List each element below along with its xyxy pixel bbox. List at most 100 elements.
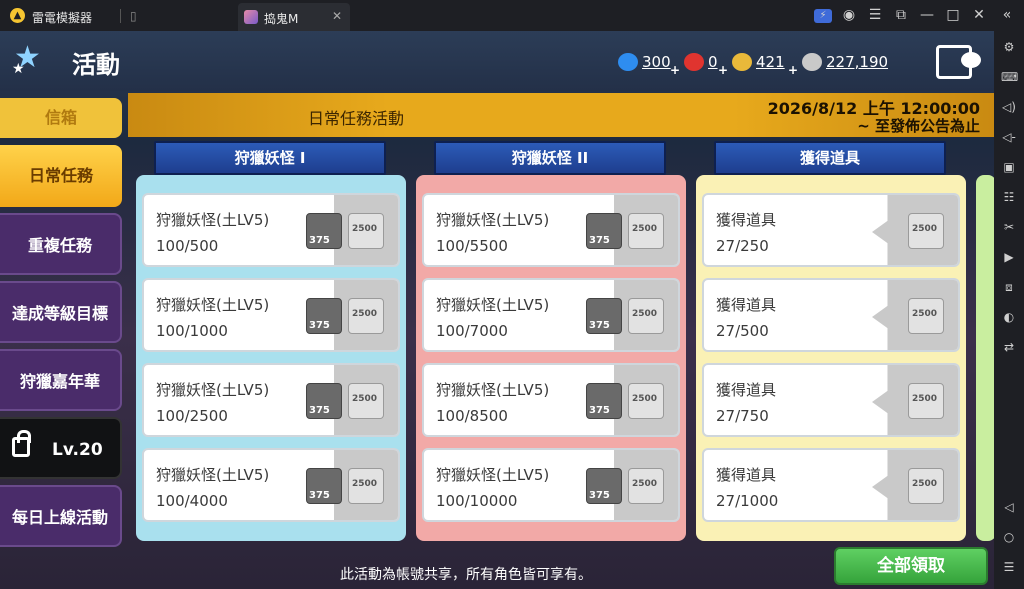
- mission-name: 狩獵妖怪(土LV5): [436, 296, 550, 314]
- currency-amount: 227,190: [826, 53, 889, 71]
- mission-card[interactable]: 狩獵妖怪(土LV5) 100/7000 375 2500: [422, 278, 680, 352]
- menu-hunting-carnival[interactable]: 狩獵嘉年華: [0, 349, 122, 411]
- mission-progress: 27/250: [716, 237, 769, 255]
- menu-repeat-missions[interactable]: 重複任務: [0, 213, 122, 275]
- reward-coin-icon: 2500: [628, 213, 664, 249]
- mission-card[interactable]: 狩獵妖怪(土LV5) 100/4000 375 2500: [142, 448, 400, 522]
- back-icon[interactable]: ◁: [1001, 499, 1017, 515]
- reward-coin-icon: 2500: [628, 298, 664, 334]
- emulator-logo-icon: ▲: [10, 8, 25, 23]
- mission-card[interactable]: 獲得道具 27/750 2500: [702, 363, 960, 437]
- minimize-icon[interactable]: —: [918, 7, 936, 23]
- coin-quantity: 2500: [912, 479, 938, 489]
- reward-coin-icon: 2500: [348, 213, 384, 249]
- menu-daily-login[interactable]: 每日上線活動: [0, 485, 122, 547]
- menu-mail[interactable]: 信箱: [0, 98, 122, 138]
- close-window-icon[interactable]: ✕: [970, 7, 988, 23]
- restore-window-icon[interactable]: ⧉: [892, 7, 910, 23]
- mission-name: 狩獵妖怪(土LV5): [156, 381, 270, 399]
- coin-quantity: 2500: [632, 394, 658, 404]
- coin-quantity: 2500: [632, 309, 658, 319]
- volume-up-icon[interactable]: ◁): [1001, 99, 1017, 115]
- new-tab-icon[interactable]: ▯: [130, 9, 137, 23]
- mission-name: 狩獵妖怪(土LV5): [156, 211, 270, 229]
- maximize-icon[interactable]: □: [944, 7, 962, 23]
- mission-progress: 100/8500: [436, 407, 508, 425]
- lock-icon: [12, 430, 31, 457]
- settings-icon[interactable]: ⚙: [1001, 39, 1017, 55]
- volume-down-icon[interactable]: ◁-: [1001, 129, 1017, 145]
- mission-column-1: 狩獵妖怪 I 狩獵妖怪(土LV5) 100/500 375 2500 狩獵妖怪(…: [136, 141, 406, 541]
- gold-coin-icon: [732, 53, 752, 71]
- mission-name: 獲得道具: [716, 296, 777, 314]
- plus-icon[interactable]: +: [718, 63, 728, 77]
- reward-coin-icon: 2500: [908, 213, 944, 249]
- exit-icon[interactable]: [936, 45, 981, 79]
- reward-item-icon: 375: [586, 383, 622, 419]
- mission-card[interactable]: 狩獵妖怪(土LV5) 100/2500 375 2500: [142, 363, 400, 437]
- menu-daily-missions[interactable]: 日常任務: [0, 145, 122, 207]
- mission-card[interactable]: 狩獵妖怪(土LV5) 100/500 375 2500: [142, 193, 400, 267]
- currency-amount: 0: [708, 53, 718, 71]
- mission-progress: 100/5500: [436, 237, 508, 255]
- reward-coin-icon: 2500: [348, 383, 384, 419]
- tab-game[interactable]: 捣鬼M ✕: [238, 3, 350, 31]
- collapse-sidebar-icon[interactable]: «: [998, 7, 1016, 23]
- event-banner: 日常任務活動 2026/8/12 上午 12:00:00 ~ 至發佈公告為止: [128, 93, 994, 137]
- record-video-icon[interactable]: ▶: [1001, 249, 1017, 265]
- mission-card[interactable]: 獲得道具 27/1000 2500: [702, 448, 960, 522]
- menu-icon[interactable]: ☰: [866, 7, 884, 23]
- footer-note: 此活動為帳號共享，所有角色皆可享有。: [340, 567, 592, 583]
- booster-icon[interactable]: ⚡: [814, 9, 832, 23]
- keyboard-icon[interactable]: ⌨: [1001, 69, 1018, 85]
- rotate-icon[interactable]: ⇄: [1001, 339, 1017, 355]
- plus-icon[interactable]: +: [788, 63, 798, 77]
- mission-progress: 100/1000: [156, 322, 228, 340]
- mission-column-2: 狩獵妖怪 II 狩獵妖怪(土LV5) 100/5500 375 2500 狩獵妖…: [416, 141, 686, 541]
- home-icon[interactable]: ○: [1001, 529, 1017, 545]
- game-app-icon: [244, 10, 258, 24]
- emulator-app-name: 雷電模擬器: [32, 11, 93, 25]
- plus-icon[interactable]: +: [670, 63, 680, 77]
- menu-locked: Lv.20: [0, 417, 122, 479]
- reward-coin-icon: 2500: [908, 383, 944, 419]
- mission-card[interactable]: 狩獵妖怪(土LV5) 100/8500 375 2500: [422, 363, 680, 437]
- scissors-icon[interactable]: ✂: [1001, 219, 1017, 235]
- mission-name: 狩獵妖怪(土LV5): [436, 466, 550, 484]
- recent-apps-icon[interactable]: ☰: [1001, 559, 1017, 575]
- mission-card[interactable]: 獲得道具 27/500 2500: [702, 278, 960, 352]
- mission-card[interactable]: 狩獵妖怪(土LV5) 100/1000 375 2500: [142, 278, 400, 352]
- currency-amount: 421: [756, 53, 785, 71]
- menu-level-goals[interactable]: 達成等級目標: [0, 281, 122, 343]
- reward-item-icon: 375: [586, 468, 622, 504]
- multi-instance-icon[interactable]: ⧈: [1001, 279, 1017, 295]
- game-screen: ★ ★ 活動 300 + 0 + 421 + 227,190 信箱 日常任務 重…: [0, 31, 994, 589]
- menu-mail-label: 信箱: [44, 108, 77, 127]
- mission-column-4[interactable]: [976, 175, 994, 541]
- mission-card[interactable]: 獲得道具 27/250 2500: [702, 193, 960, 267]
- game-header: ★ ★ 活動 300 + 0 + 421 + 227,190: [0, 31, 994, 91]
- mission-progress: 100/2500: [156, 407, 228, 425]
- mission-progress: 100/4000: [156, 492, 228, 510]
- mission-card[interactable]: 狩獵妖怪(土LV5) 100/5500 375 2500: [422, 193, 680, 267]
- column-title: 狩獵妖怪 II: [434, 141, 666, 175]
- banner-until: ~ 至發佈公告為止: [857, 117, 980, 135]
- mission-progress: 100/10000: [436, 492, 518, 510]
- menu-label: 狩獵嘉年華: [19, 372, 100, 391]
- mission-progress: 27/1000: [716, 492, 779, 510]
- account-icon[interactable]: ◉: [840, 7, 858, 23]
- mission-column-3: 獲得道具 獲得道具 27/250 2500 獲得道具 27/500 2500 獲…: [696, 141, 966, 541]
- operation-record-icon[interactable]: ☷: [1001, 189, 1017, 205]
- mission-progress: 100/500: [156, 237, 219, 255]
- reward-coin-icon: 2500: [908, 468, 944, 504]
- mission-name: 獲得道具: [716, 466, 777, 484]
- sync-icon[interactable]: ◐: [1001, 309, 1017, 325]
- claim-all-button[interactable]: 全部領取: [834, 547, 988, 585]
- coin-quantity: 2500: [632, 224, 658, 234]
- screenshot-icon[interactable]: ▣: [1001, 159, 1017, 175]
- tab-close-icon[interactable]: ✕: [332, 9, 342, 23]
- coin-quantity: 2500: [352, 479, 378, 489]
- item-quantity: 375: [589, 405, 610, 416]
- mission-card[interactable]: 狩獵妖怪(土LV5) 100/10000 375 2500: [422, 448, 680, 522]
- coin-quantity: 2500: [352, 394, 378, 404]
